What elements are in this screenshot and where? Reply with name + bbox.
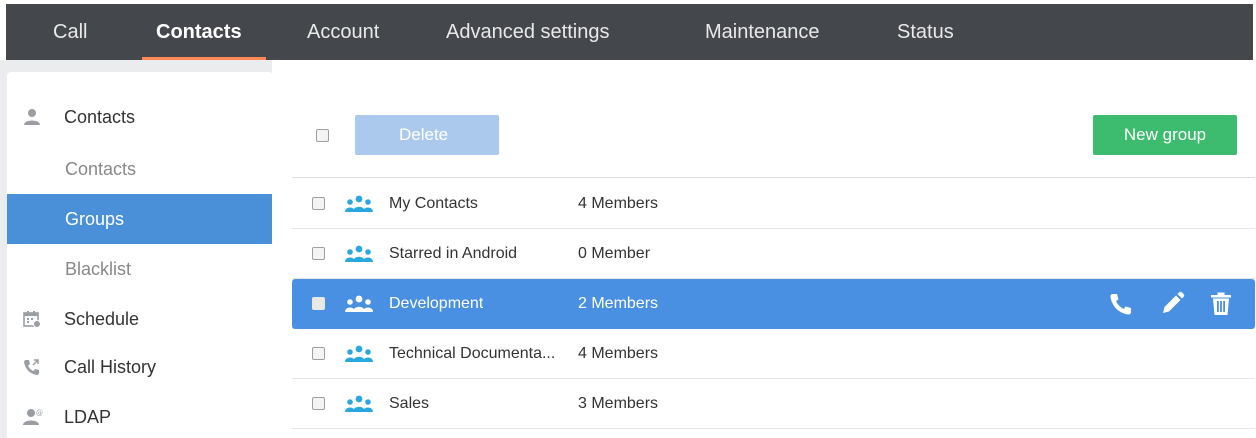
group-member-count: 0 Member — [578, 245, 651, 262]
select-all-checkbox[interactable] — [316, 129, 329, 142]
row-checkbox[interactable] — [312, 197, 325, 210]
calendar-icon — [23, 311, 41, 328]
sidebar-item-call-history[interactable]: Call History — [7, 342, 273, 392]
group-row[interactable]: Technical Documenta... 4 Members — [292, 329, 1255, 379]
group-member-count: 4 Members — [578, 345, 659, 362]
header-divider — [292, 177, 1255, 178]
top-navigation-bar: Call Contacts Account Advanced settings … — [6, 4, 1253, 60]
group-row[interactable]: My Contacts 4 Members — [292, 179, 1255, 229]
tab-account[interactable]: Account — [307, 4, 379, 60]
group-icon — [345, 195, 373, 212]
call-history-icon — [24, 359, 39, 375]
sidebar-item-label: Contacts — [64, 107, 136, 127]
tab-advanced-settings[interactable]: Advanced settings — [446, 4, 609, 60]
group-name: Sales — [389, 395, 430, 412]
group-icon — [345, 295, 373, 312]
row-checkbox[interactable] — [312, 247, 325, 260]
sidebar-item-ldap[interactable]: @ LDAP — [7, 392, 273, 438]
sidebar-item-label: Blacklist — [65, 259, 132, 279]
sidebar-subitem-groups[interactable]: Groups — [7, 194, 273, 244]
group-member-count: 3 Members — [578, 395, 659, 412]
tab-contacts[interactable]: Contacts — [156, 4, 242, 60]
row-checkbox[interactable] — [312, 347, 325, 360]
group-member-count: 4 Members — [578, 195, 659, 212]
group-icon — [345, 395, 373, 412]
group-member-count: 2 Members — [578, 295, 659, 312]
sidebar: Contacts Contacts Groups Blacklist Sched… — [7, 72, 273, 438]
delete-button[interactable]: Delete — [355, 115, 499, 155]
group-row-selected[interactable]: Development 2 Members — [292, 279, 1255, 329]
ldap-person-icon: @ — [23, 409, 43, 425]
row-checkbox[interactable] — [312, 397, 325, 410]
group-icon — [345, 245, 373, 262]
trash-icon[interactable] — [1208, 291, 1234, 317]
sidebar-item-label: Schedule — [64, 309, 140, 329]
sidebar-item-label: LDAP — [64, 407, 112, 427]
tab-call[interactable]: Call — [53, 4, 87, 60]
group-name: My Contacts — [389, 195, 478, 212]
new-group-button[interactable]: New group — [1093, 115, 1237, 155]
group-name: Technical Documenta... — [389, 345, 556, 362]
sidebar-subitem-contacts[interactable]: Contacts — [7, 144, 273, 194]
top-navigation: Call Contacts Account Advanced settings … — [0, 0, 1256, 60]
person-icon — [24, 109, 40, 125]
group-row[interactable]: Sales 3 Members — [292, 379, 1255, 429]
tab-status[interactable]: Status — [897, 4, 954, 60]
sidebar-item-contacts[interactable]: Contacts — [7, 92, 273, 142]
row-actions — [1104, 291, 1244, 317]
group-name: Starred in Android — [389, 245, 518, 262]
group-row[interactable]: Starred in Android 0 Member — [292, 229, 1255, 279]
group-icon — [345, 345, 373, 362]
sidebar-subitem-blacklist[interactable]: Blacklist — [7, 244, 273, 294]
edit-pencil-icon[interactable] — [1159, 291, 1185, 317]
phone-icon[interactable] — [1108, 291, 1134, 317]
sidebar-item-schedule[interactable]: Schedule — [7, 294, 273, 344]
sidebar-item-label: Groups — [65, 209, 125, 229]
group-name: Development — [389, 295, 484, 312]
svg-text:@: @ — [36, 409, 43, 417]
sidebar-item-label: Call History — [64, 357, 157, 377]
sidebar-item-label: Contacts — [65, 159, 137, 179]
tab-maintenance[interactable]: Maintenance — [705, 4, 820, 60]
row-checkbox[interactable] — [312, 297, 325, 310]
